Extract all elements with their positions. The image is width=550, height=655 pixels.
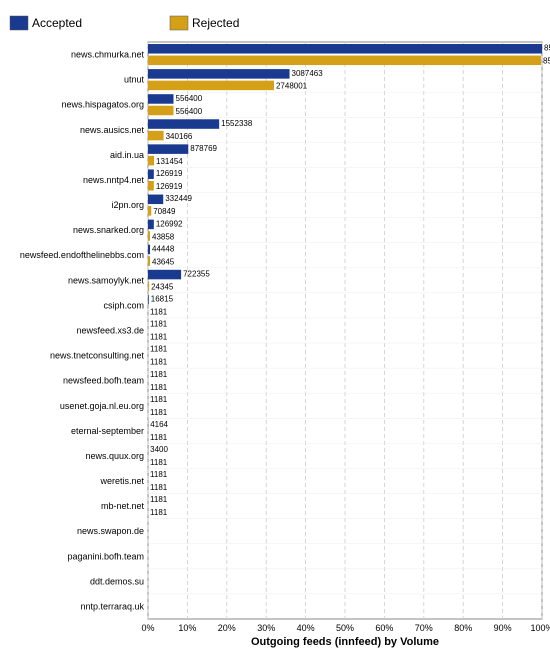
svg-text:126992: 126992 [156, 219, 183, 228]
svg-text:news.hispagatos.org: news.hispagatos.org [61, 100, 144, 110]
svg-text:1552338: 1552338 [221, 119, 253, 128]
svg-text:1181: 1181 [150, 308, 168, 317]
svg-text:news.samoylyk.net: news.samoylyk.net [68, 275, 145, 285]
svg-text:60%: 60% [375, 623, 393, 633]
svg-text:Outgoing feeds (innfeed) by Vo: Outgoing feeds (innfeed) by Volume [251, 636, 439, 648]
svg-text:340166: 340166 [166, 132, 193, 141]
svg-text:878769: 878769 [190, 144, 217, 153]
svg-text:16815: 16815 [151, 295, 174, 304]
svg-text:Accepted: Accepted [32, 16, 82, 30]
svg-text:70%: 70% [415, 623, 433, 633]
svg-text:8594370: 8594370 [544, 44, 550, 53]
svg-text:news.chmurka.net: news.chmurka.net [71, 50, 145, 60]
svg-text:126919: 126919 [156, 182, 183, 191]
svg-text:1181: 1181 [150, 333, 168, 342]
svg-text:1181: 1181 [150, 370, 168, 379]
svg-text:10%: 10% [178, 623, 196, 633]
svg-text:ddt.demos.su: ddt.demos.su [90, 576, 144, 586]
svg-text:utnut: utnut [124, 75, 145, 85]
svg-text:1181: 1181 [150, 383, 168, 392]
svg-text:722355: 722355 [183, 269, 210, 278]
svg-text:0%: 0% [141, 623, 154, 633]
svg-text:eternal-september: eternal-september [71, 426, 144, 436]
svg-text:paganini.bofh.team: paganini.bofh.team [67, 551, 144, 561]
svg-text:usenet.goja.nl.eu.org: usenet.goja.nl.eu.org [60, 401, 144, 411]
svg-text:aid.in.ua: aid.in.ua [110, 150, 144, 160]
svg-text:news.swapon.de: news.swapon.de [77, 526, 144, 536]
svg-text:43645: 43645 [152, 257, 175, 266]
svg-text:1181: 1181 [150, 495, 168, 504]
svg-text:newsfeed.bofh.team: newsfeed.bofh.team [63, 376, 144, 386]
svg-text:1181: 1181 [150, 433, 168, 442]
svg-text:8572317: 8572317 [543, 57, 550, 66]
svg-text:mb-net.net: mb-net.net [101, 501, 145, 511]
svg-text:80%: 80% [454, 623, 472, 633]
svg-text:1181: 1181 [150, 345, 168, 354]
svg-text:1181: 1181 [150, 408, 168, 417]
svg-text:1181: 1181 [150, 483, 168, 492]
svg-text:1181: 1181 [150, 458, 168, 467]
svg-text:20%: 20% [218, 623, 236, 633]
svg-text:csiph.com: csiph.com [103, 300, 144, 310]
svg-text:news.ausics.net: news.ausics.net [80, 125, 145, 135]
svg-text:556400: 556400 [176, 107, 203, 116]
svg-text:i2pn.org: i2pn.org [111, 200, 144, 210]
svg-text:nntp.terraraq.uk: nntp.terraraq.uk [80, 601, 144, 611]
svg-text:newsfeed.endofthelinebbs.com: newsfeed.endofthelinebbs.com [20, 250, 144, 260]
svg-text:332449: 332449 [165, 194, 192, 203]
svg-text:1181: 1181 [150, 358, 168, 367]
svg-text:40%: 40% [297, 623, 315, 633]
svg-text:Rejected: Rejected [192, 16, 239, 30]
svg-text:90%: 90% [494, 623, 512, 633]
svg-text:44448: 44448 [152, 244, 175, 253]
svg-text:2748001: 2748001 [276, 82, 308, 91]
svg-text:3087463: 3087463 [292, 69, 324, 78]
svg-text:weretis.net: weretis.net [99, 476, 144, 486]
svg-text:70849: 70849 [153, 207, 176, 216]
svg-text:50%: 50% [336, 623, 354, 633]
svg-text:1181: 1181 [150, 320, 168, 329]
svg-text:126919: 126919 [156, 169, 183, 178]
svg-text:30%: 30% [257, 623, 275, 633]
svg-text:news.tnetconsulting.net: news.tnetconsulting.net [50, 351, 145, 361]
svg-text:1181: 1181 [150, 470, 168, 479]
svg-text:newsfeed.xs3.de: newsfeed.xs3.de [76, 326, 144, 336]
main-chart: Accepted Rejected news.chmurka.net 8594370 8… [0, 0, 550, 655]
svg-text:news.nntp4.net: news.nntp4.net [83, 175, 145, 185]
svg-text:43858: 43858 [152, 232, 175, 241]
svg-text:3400: 3400 [150, 445, 168, 454]
svg-text:4164: 4164 [150, 420, 168, 429]
svg-text:1181: 1181 [150, 395, 168, 404]
svg-text:131454: 131454 [156, 157, 183, 166]
svg-text:news.snarked.org: news.snarked.org [73, 225, 144, 235]
svg-text:24345: 24345 [151, 282, 174, 291]
svg-text:556400: 556400 [176, 94, 203, 103]
svg-text:100%: 100% [530, 623, 550, 633]
svg-text:1181: 1181 [150, 508, 168, 517]
svg-text:news.quux.org: news.quux.org [85, 451, 144, 461]
